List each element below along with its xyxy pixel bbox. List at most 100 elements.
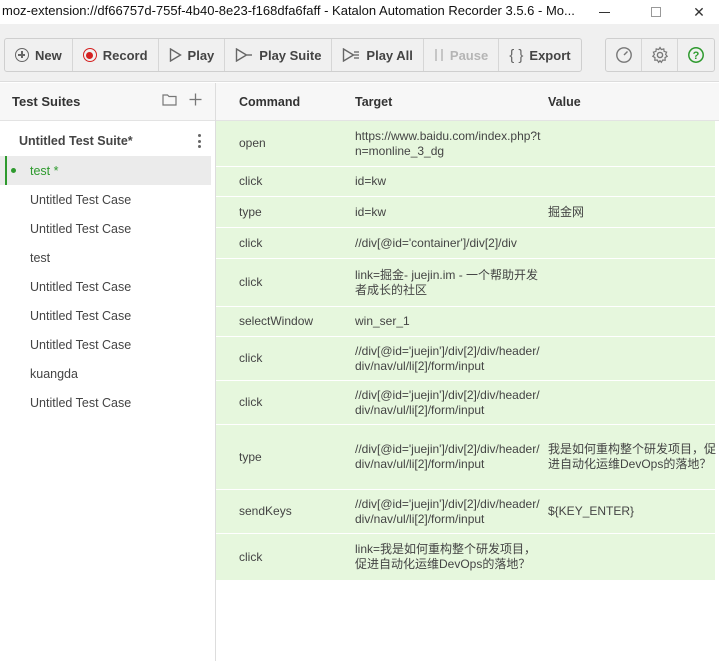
test-suite-item[interactable]: Untitled Test Suite* <box>0 126 215 156</box>
close-window-button[interactable]: ✕ <box>679 0 719 24</box>
window-title: moz-extension://df66757d-755f-4b40-8e23-… <box>2 3 575 18</box>
test-case-item[interactable]: Untitled Test Case <box>0 330 215 359</box>
test-case-item[interactable]: Untitled Test Case <box>0 388 215 417</box>
target-cell: //div[@id='juejin']/div[2]/div/header/di… <box>355 343 540 373</box>
new-button[interactable]: New <box>5 39 73 71</box>
settings-button[interactable] <box>642 39 678 71</box>
command-cell: click <box>239 549 263 564</box>
record-icon <box>82 48 97 62</box>
help-icon: ? <box>688 47 704 63</box>
target-cell: //div[@id='juejin']/div[2]/div/header/di… <box>355 442 540 471</box>
target-cell: id=kw <box>355 174 387 188</box>
value-cell <box>548 228 716 258</box>
target-cell: win_ser_1 <box>355 314 410 328</box>
value-cell <box>548 337 716 380</box>
test-case-label: kuangda <box>30 366 78 381</box>
value-cell <box>548 121 716 166</box>
target-cell: //div[@id='container']/div[2]/div <box>355 235 517 250</box>
test-case-item[interactable]: Untitled Test Case <box>0 214 215 243</box>
kebab-menu-icon[interactable] <box>198 134 202 148</box>
play-button[interactable]: Play <box>159 39 226 71</box>
value-cell <box>548 534 716 580</box>
command-cell: click <box>239 351 263 365</box>
command-cell: click <box>239 235 263 250</box>
record-button[interactable]: Record <box>73 39 159 71</box>
test-suites-panel: Test Suites Untitled Test Suite* test * … <box>0 83 216 661</box>
new-label: New <box>35 47 62 63</box>
command-cell: type <box>239 449 262 464</box>
add-circle-icon <box>15 48 29 62</box>
add-suite-icon[interactable] <box>189 93 202 106</box>
record-label: Record <box>102 47 148 63</box>
value-cell <box>548 381 716 424</box>
close-icon: ✕ <box>693 3 705 20</box>
pause-button[interactable]: Pause <box>424 39 500 71</box>
target-cell: //div[@id='juejin']/div[2]/div/header/di… <box>355 496 540 526</box>
toolbar: New Record Play Play Suite Play All Paus… <box>0 24 719 82</box>
svg-text:?: ? <box>693 50 700 62</box>
table-row[interactable]: click //div[@id='container']/div[2]/div <box>216 228 715 259</box>
target-column-header: Target <box>355 94 393 109</box>
target-cell: link=我是如何重构整个研发项目，促进自动化运维DevOps的落地？ <box>355 542 537 571</box>
play-all-label: Play All <box>366 47 413 63</box>
command-rows: open https://www.baidu.com/index.php?tn=… <box>216 121 716 581</box>
gear-icon <box>651 46 668 64</box>
test-case-label: test * <box>30 163 59 178</box>
command-cell: click <box>239 174 263 188</box>
table-row[interactable]: selectWindow win_ser_1 <box>216 307 715 337</box>
table-row[interactable]: click id=kw <box>216 167 715 197</box>
test-case-item[interactable]: Untitled Test Case <box>0 272 215 301</box>
table-row[interactable]: click //div[@id='juejin']/div[2]/div/hea… <box>216 337 715 381</box>
test-case-label: Untitled Test Case <box>30 337 132 352</box>
value-cell <box>548 167 716 196</box>
speed-button[interactable] <box>606 39 642 71</box>
test-case-label: Untitled Test Case <box>30 308 132 323</box>
value-column-header: Value <box>548 94 581 109</box>
table-row[interactable]: click link=我是如何重构整个研发项目，促进自动化运维DevOps的落地… <box>216 534 715 581</box>
table-header: Command Target Value <box>216 83 719 121</box>
export-button[interactable]: { } Export <box>499 39 580 71</box>
play-icon <box>169 48 182 62</box>
maximize-button[interactable] <box>636 0 676 24</box>
target-cell: id=kw <box>355 204 387 219</box>
test-case-item[interactable]: test * <box>0 156 211 185</box>
table-row[interactable]: open https://www.baidu.com/index.php?tn=… <box>216 121 715 167</box>
maximize-icon <box>651 7 661 17</box>
table-row[interactable]: type //div[@id='juejin']/div[2]/div/head… <box>216 425 716 490</box>
command-cell: open <box>239 136 266 150</box>
minimize-icon <box>598 11 610 13</box>
minimize-button[interactable] <box>584 0 624 24</box>
test-case-label: test <box>30 250 51 265</box>
test-case-label: Untitled Test Case <box>30 221 132 236</box>
table-row[interactable]: type id=kw 掘金网 <box>216 197 715 228</box>
play-suite-button[interactable]: Play Suite <box>225 39 333 71</box>
pause-icon <box>434 48 444 62</box>
code-braces-icon: { } <box>509 46 524 64</box>
test-case-item[interactable]: kuangda <box>0 359 215 388</box>
pause-label: Pause <box>449 47 489 63</box>
table-row[interactable]: click //div[@id='juejin']/div[2]/div/hea… <box>216 381 715 425</box>
test-case-item[interactable]: Untitled Test Case <box>0 185 215 214</box>
open-folder-icon[interactable] <box>162 93 177 106</box>
test-case-item[interactable]: test <box>0 243 215 272</box>
value-cell: ${KEY_ENTER} <box>548 504 635 518</box>
command-column-header: Command <box>239 94 301 109</box>
target-cell: //div[@id='juejin']/div[2]/div/header/di… <box>355 387 540 417</box>
help-button[interactable]: ? <box>678 39 714 71</box>
command-cell: click <box>239 275 263 289</box>
table-row[interactable]: click link=掘金- juejin.im - 一个帮助开发者成长的社区 <box>216 259 715 307</box>
value-cell: 掘金网 <box>548 204 585 219</box>
test-suites-title: Test Suites <box>12 94 81 109</box>
play-suite-label: Play Suite <box>259 47 322 63</box>
test-case-item[interactable]: Untitled Test Case <box>0 301 215 330</box>
play-all-button[interactable]: Play All <box>332 39 424 71</box>
command-cell: type <box>239 204 262 219</box>
window-titlebar: moz-extension://df66757d-755f-4b40-8e23-… <box>0 0 719 24</box>
target-cell: link=掘金- juejin.im - 一个帮助开发者成长的社区 <box>355 267 539 297</box>
table-row[interactable]: sendKeys //div[@id='juejin']/div[2]/div/… <box>216 490 715 534</box>
play-label: Play <box>187 47 215 63</box>
play-suite-icon <box>235 48 253 62</box>
test-suite-label: Untitled Test Suite* <box>19 134 133 148</box>
command-cell: selectWindow <box>239 314 314 328</box>
test-case-label: Untitled Test Case <box>30 192 132 207</box>
